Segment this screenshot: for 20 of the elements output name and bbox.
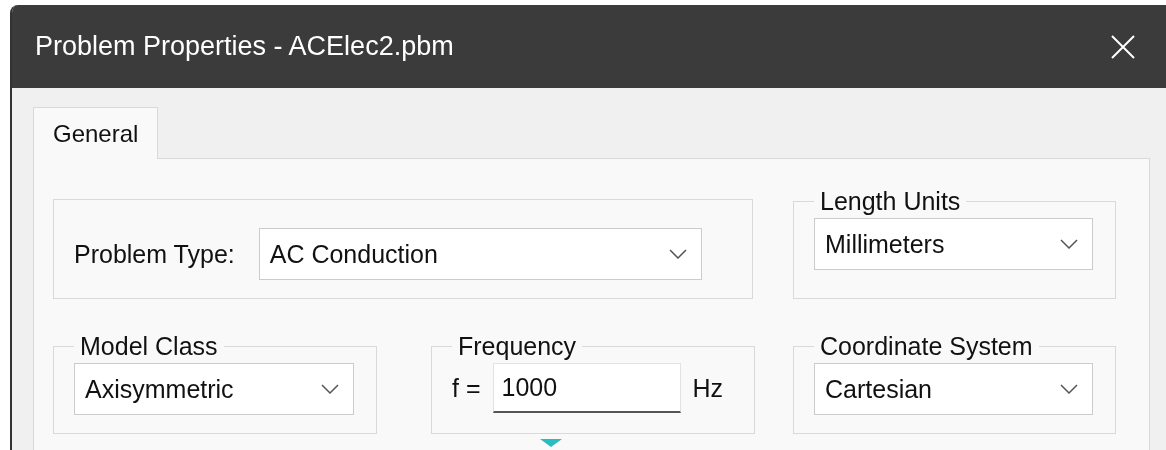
dropdown[interactable]: Cartesian bbox=[814, 363, 1093, 415]
group-title: Length Units bbox=[819, 187, 962, 216]
unit-label: Hz bbox=[692, 373, 724, 403]
triangle-icon bbox=[540, 439, 562, 447]
chevron-icon bbox=[668, 249, 687, 259]
window-title: Problem Properties - ACElec2.pbm bbox=[34, 31, 454, 62]
input-field[interactable]: 1000 bbox=[492, 363, 681, 413]
field-label: Problem Type: bbox=[74, 239, 235, 269]
group-title: Model Class bbox=[79, 332, 219, 361]
tab[interactable]: General bbox=[33, 107, 159, 159]
chevron-icon bbox=[1060, 239, 1078, 249]
close-icon bbox=[1110, 33, 1136, 60]
chevron-icon bbox=[321, 384, 339, 394]
chevron-icon bbox=[1060, 384, 1078, 394]
dropdown[interactable]: AC Conduction bbox=[258, 228, 702, 280]
dropdown[interactable]: Axisymmetric bbox=[74, 363, 354, 415]
group-title: Coordinate System bbox=[819, 332, 1034, 361]
group-title: Frequency bbox=[457, 332, 578, 361]
dropdown[interactable]: Millimeters bbox=[814, 218, 1093, 270]
field-label: f = bbox=[452, 373, 481, 403]
